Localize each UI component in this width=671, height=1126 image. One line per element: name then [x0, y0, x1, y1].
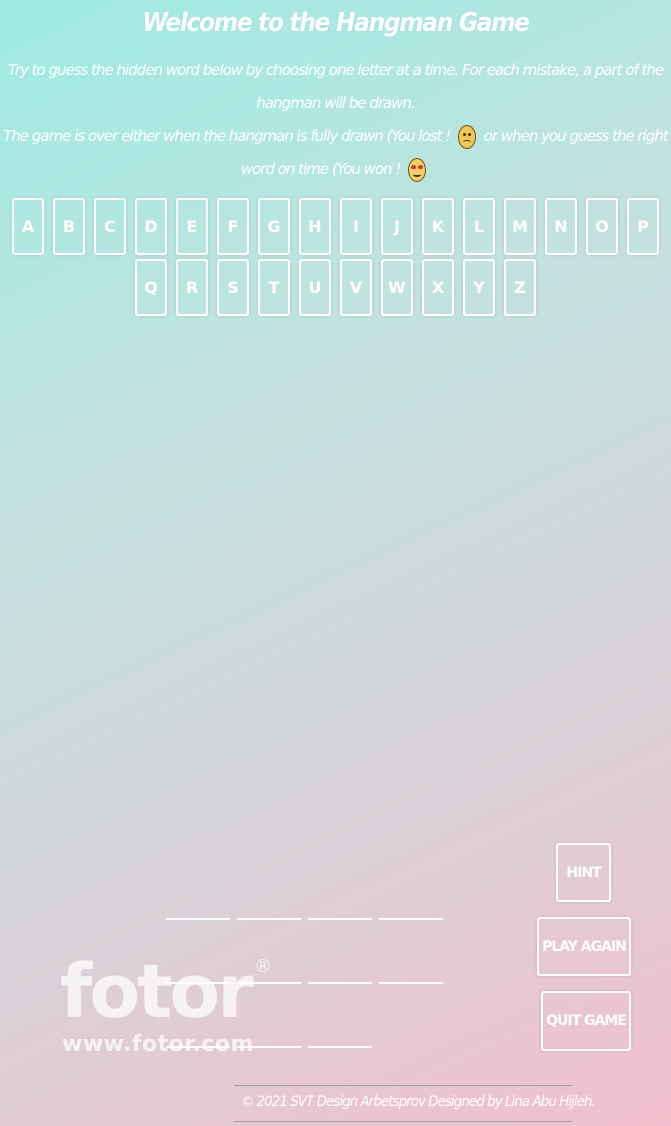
letter-blank	[166, 1046, 230, 1048]
letter-key-e[interactable]: E	[176, 198, 208, 255]
hint-button[interactable]: HINT	[556, 843, 611, 902]
letter-key-z[interactable]: Z	[504, 259, 536, 316]
letter-blank	[379, 918, 443, 920]
letter-key-t[interactable]: T	[258, 259, 290, 316]
letter-blank	[237, 918, 301, 920]
footer-divider-bottom	[234, 1121, 572, 1122]
letter-key-c[interactable]: C	[94, 198, 126, 255]
letter-blank	[308, 918, 372, 920]
sad-face-icon	[457, 124, 476, 149]
letter-blank	[237, 1046, 301, 1048]
heart-eyes-face-icon	[408, 157, 427, 182]
letter-key-v[interactable]: V	[340, 259, 372, 316]
game-instructions: Try to guess the hidden word below by ch…	[0, 54, 671, 186]
letter-blank	[379, 982, 443, 984]
letter-key-n[interactable]: N	[545, 198, 577, 255]
instructions-line-1: Try to guess the hidden word below by ch…	[7, 61, 664, 112]
letter-key-f[interactable]: F	[217, 198, 249, 255]
page-title: Welcome to the Hangman Game	[142, 8, 530, 38]
letter-key-d[interactable]: D	[135, 198, 167, 255]
letter-key-l[interactable]: L	[463, 198, 495, 255]
letter-key-i[interactable]: I	[340, 198, 372, 255]
letter-blank	[308, 982, 372, 984]
letter-key-q[interactable]: Q	[135, 259, 167, 316]
hidden-word	[166, 918, 456, 1110]
letter-key-b[interactable]: B	[53, 198, 85, 255]
letter-blank	[237, 982, 301, 984]
letter-key-m[interactable]: M	[504, 198, 536, 255]
letter-key-k[interactable]: K	[422, 198, 454, 255]
letter-blank	[166, 918, 230, 920]
letter-blank	[308, 1046, 372, 1048]
letter-key-j[interactable]: J	[381, 198, 413, 255]
letter-key-g[interactable]: G	[258, 198, 290, 255]
quit-game-button[interactable]: QUIT GAME	[541, 991, 631, 1051]
play-again-button[interactable]: PLAY AGAIN	[537, 917, 631, 976]
blank-row	[166, 982, 456, 1046]
instructions-line-2: The game is over either when the hangman…	[0, 120, 671, 186]
footer-divider-top	[234, 1085, 572, 1086]
blank-row	[166, 918, 456, 982]
letter-key-r[interactable]: R	[176, 259, 208, 316]
letter-key-s[interactable]: S	[217, 259, 249, 316]
letter-blank	[166, 982, 230, 984]
letter-key-y[interactable]: Y	[463, 259, 495, 316]
letter-key-h[interactable]: H	[299, 198, 331, 255]
letter-key-w[interactable]: W	[381, 259, 413, 316]
instructions-line-2-part-a: The game is over either when the hangman…	[3, 127, 454, 145]
letter-key-a[interactable]: A	[12, 198, 44, 255]
letter-key-o[interactable]: O	[586, 198, 618, 255]
footer-credit: © 2021 SVT Design Arbetsprov Designed by…	[240, 1094, 596, 1110]
letter-key-u[interactable]: U	[299, 259, 331, 316]
letter-key-x[interactable]: X	[422, 259, 454, 316]
letter-key-p[interactable]: P	[627, 198, 659, 255]
letter-keyboard: ABCDEFGHIJKLMNOP QRSTUVWXYZ	[0, 198, 671, 316]
